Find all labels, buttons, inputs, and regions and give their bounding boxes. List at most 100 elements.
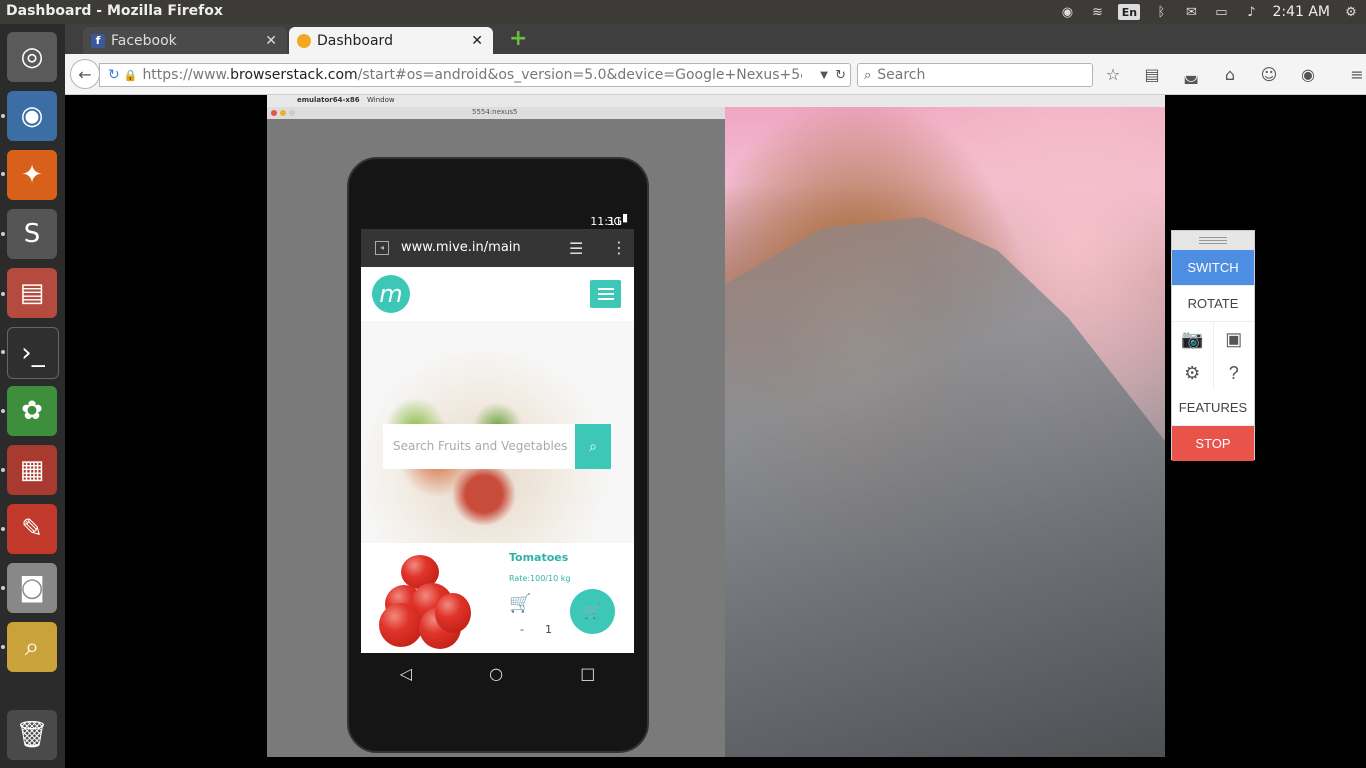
site-info-icon[interactable]: ◂ [375, 241, 389, 255]
toolbar-icons: ☆ ▤ ◛ ⌂ ☺ ◉ ≡ [1103, 64, 1366, 84]
wifi-icon[interactable]: ≋ [1088, 4, 1106, 20]
running-indicator [1, 350, 5, 354]
settings-gear-icon[interactable]: ⚙ [1172, 356, 1214, 390]
back-button[interactable]: ← [70, 59, 100, 89]
url-bar[interactable]: ↻ 🔒 https://www.browserstack.com/start#o… [99, 63, 851, 87]
site-header: m [361, 267, 634, 321]
trash-icon[interactable]: 🗑 [7, 710, 57, 760]
tab-strip: f Facebook ✕ Dashboard ✕ + [65, 24, 1366, 54]
image-viewer-icon[interactable]: ⌕ [7, 622, 57, 672]
gear-icon[interactable]: ⚙ [1342, 4, 1360, 20]
pocket-icon[interactable]: ◛ [1181, 64, 1201, 84]
desktop-wallpaper [725, 107, 1165, 757]
emulator-menubar: emulator64-x86 Window [267, 95, 1165, 107]
volume-icon[interactable]: ♪ [1242, 4, 1260, 20]
mive-logo[interactable]: m [372, 275, 410, 313]
rotate-button[interactable]: ROTATE [1172, 286, 1254, 322]
screenshots-gallery-icon[interactable]: ▣ [1214, 322, 1255, 356]
decrease-quantity-button[interactable]: - [520, 623, 524, 636]
camera-icon[interactable]: ◙ [7, 563, 57, 613]
drag-handle[interactable] [1172, 231, 1254, 250]
battery-icon[interactable]: ▭ [1212, 4, 1230, 20]
device-control-panel: SWITCH ROTATE 📷 ▣ ⚙ ? FEATURES STOP [1171, 230, 1255, 461]
impress-icon[interactable]: ▦ [7, 445, 57, 495]
hero-banner-image: Search Fruits and Vegetables ⌕ [361, 321, 634, 543]
url-text[interactable]: https://www.browserstack.com/start#os=an… [142, 67, 802, 83]
android-home-icon[interactable]: ○ [489, 664, 503, 683]
clock[interactable]: 2:41 AM [1272, 4, 1330, 20]
new-tab-button[interactable]: + [509, 28, 527, 50]
reload-icon[interactable]: ↻ [108, 67, 120, 83]
hamburger-menu-button[interactable] [590, 280, 621, 308]
cart-icon[interactable]: 🛒 [509, 593, 531, 614]
overflow-menu-icon[interactable]: ⋮ [611, 238, 627, 257]
running-indicator [1, 292, 5, 296]
close-tab-icon[interactable]: ✕ [471, 33, 483, 49]
product-name[interactable]: Tomatoes [509, 551, 568, 564]
phone-screen[interactable]: 3G ▮ 11:11 ◂ www.mive.in/main ☰ ⋮ m Sear… [361, 207, 634, 653]
sublime-text-icon[interactable]: S [7, 209, 57, 259]
firefox-icon[interactable]: ✦ [7, 150, 57, 200]
search-placeholder: Search [877, 67, 926, 83]
running-indicator [1, 586, 5, 590]
bookmark-star-icon[interactable]: ☆ [1103, 64, 1123, 84]
chat-icon[interactable]: ☺ [1259, 64, 1279, 84]
mobile-browser-bar: ◂ www.mive.in/main ☰ ⋮ [361, 229, 634, 267]
emulator-window-menu: Window [367, 96, 395, 104]
running-indicator [1, 527, 5, 531]
chromium-icon[interactable]: ◉ [7, 91, 57, 141]
add-to-cart-button[interactable]: 🛒 [570, 589, 615, 634]
search-input[interactable]: ⌕ Search [857, 63, 1093, 87]
app-grid-icon[interactable]: ✿ [7, 386, 57, 436]
menu-icon[interactable]: ≡ [1347, 64, 1366, 84]
features-button[interactable]: FEATURES [1172, 390, 1254, 426]
product-search-input[interactable]: Search Fruits and Vegetables [383, 424, 575, 469]
mobile-url[interactable]: www.mive.in/main [401, 240, 521, 255]
bluetooth-icon[interactable]: ᛒ [1152, 4, 1170, 20]
bookmarks-list-icon[interactable]: ▤ [1142, 64, 1162, 84]
terminal-icon[interactable]: ›_ [7, 327, 59, 379]
close-tab-icon[interactable]: ✕ [265, 33, 277, 49]
product-rate: Rate:100/10 kg [509, 574, 571, 583]
extension-icon[interactable]: ◉ [1298, 64, 1318, 84]
emulator-app-name: emulator64-x86 [297, 96, 360, 104]
phone-clock: 11:11 [590, 215, 622, 228]
tab-label: Facebook [111, 32, 177, 49]
mail-icon[interactable]: ✉ [1182, 4, 1200, 20]
phone-frame: 3G ▮ 11:11 ◂ www.mive.in/main ☰ ⋮ m Sear… [347, 157, 649, 753]
running-indicator [1, 114, 5, 118]
running-indicator [1, 232, 5, 236]
document-viewer-icon[interactable]: ✎ [7, 504, 57, 554]
android-recents-icon[interactable]: □ [580, 664, 595, 683]
help-icon[interactable]: ? [1214, 356, 1255, 390]
tab-dashboard[interactable]: Dashboard ✕ [289, 27, 493, 54]
ubuntu-dash-icon[interactable]: ◎ [7, 32, 57, 82]
emulator-title: 5554:nexus5 [472, 108, 518, 116]
history-dropdown-icon[interactable]: ▼ [820, 70, 828, 81]
system-top-bar: Dashboard - Mozilla Firefox ◉ ≋ En ᛒ ✉ ▭… [0, 0, 1366, 24]
files-icon[interactable]: ▤ [7, 268, 57, 318]
tab-facebook[interactable]: f Facebook ✕ [83, 27, 287, 54]
android-back-icon[interactable]: ◁ [400, 664, 412, 683]
chrome-tray-icon[interactable]: ◉ [1058, 4, 1076, 20]
navigation-toolbar: ← ↻ 🔒 https://www.browserstack.com/start… [65, 54, 1366, 95]
lock-icon[interactable]: 🔒 [124, 69, 138, 82]
quantity-value: 1 [545, 623, 552, 636]
product-search-button[interactable]: ⌕ [575, 424, 611, 469]
tab-label: Dashboard [317, 32, 393, 49]
android-nav-bar: ◁ ○ □ [361, 653, 634, 693]
running-indicator [1, 645, 5, 649]
stop-button[interactable]: STOP [1172, 426, 1254, 461]
close-dot-icon [271, 110, 277, 116]
browserstack-favicon-icon [297, 33, 311, 48]
minimize-dot-icon [280, 110, 286, 116]
keyboard-layout-indicator[interactable]: En [1118, 4, 1141, 20]
switch-button[interactable]: SWITCH [1172, 250, 1254, 286]
go-icon[interactable]: ↻ [835, 68, 846, 83]
home-icon[interactable]: ⌂ [1220, 64, 1240, 84]
system-tray: ◉ ≋ En ᛒ ✉ ▭ ♪ 2:41 AM ⚙ [1058, 0, 1366, 24]
tabs-switcher-icon[interactable]: ☰ [569, 239, 583, 258]
remote-emulator-view[interactable]: emulator64-x86 Window 5554:nexus5 3G ▮ 1… [267, 95, 1165, 757]
unity-launcher: ◎ ◉ ✦ S ▤ ›_ ✿ ▦ ✎ ◙ ⌕ 🗑 [0, 24, 66, 768]
screenshot-camera-icon[interactable]: 📷 [1172, 322, 1214, 356]
